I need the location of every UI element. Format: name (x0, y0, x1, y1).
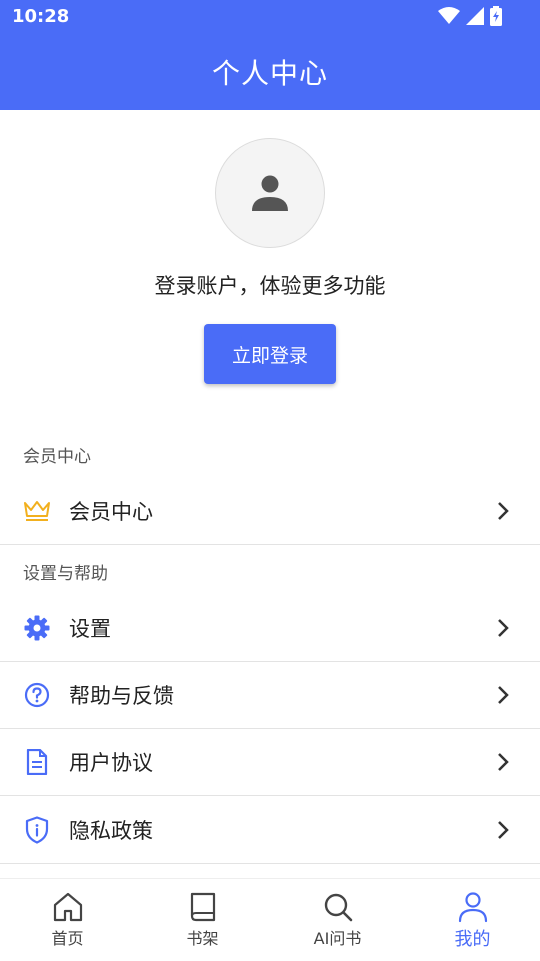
document-icon (23, 748, 51, 776)
chevron-right-icon (498, 502, 509, 520)
menu-label-vip: 会员中心 (69, 500, 153, 524)
section-title-settings-help: 设置与帮助 (23, 564, 108, 584)
book-icon (190, 892, 215, 922)
status-bar: 10:28 (0, 0, 540, 34)
chevron-right-icon (498, 619, 509, 637)
menu-item-settings[interactable]: 设置 (0, 595, 540, 662)
profile-card: 登录账户，体验更多功能 立即登录 (0, 110, 540, 410)
home-icon (53, 892, 82, 922)
crown-icon (23, 497, 51, 525)
section-title-vip: 会员中心 (23, 447, 91, 467)
battery-icon (490, 6, 502, 26)
person-icon (252, 175, 288, 211)
avatar[interactable] (215, 138, 325, 248)
tab-home[interactable]: 首页 (0, 879, 135, 961)
tab-mine[interactable]: 我的 (405, 879, 540, 961)
question-circle-icon (23, 681, 51, 709)
person-icon (458, 892, 487, 923)
login-tip: 登录账户，体验更多功能 (154, 274, 386, 298)
signal-icon (466, 7, 484, 25)
menu-label-settings: 设置 (69, 617, 111, 641)
search-icon (324, 893, 352, 922)
tab-label-bookshelf: 书架 (186, 929, 219, 948)
chevron-right-icon (498, 753, 509, 771)
tab-label-ai-ask: AI问书 (313, 929, 362, 948)
menu-label-help: 帮助与反馈 (69, 684, 174, 708)
tab-ai-ask[interactable]: AI问书 (270, 879, 405, 961)
chevron-right-icon (498, 821, 509, 839)
menu-item-help[interactable]: 帮助与反馈 (0, 662, 540, 729)
menu-item-vip[interactable]: 会员中心 (0, 478, 540, 545)
status-icons (438, 6, 502, 26)
bottom-tab-bar: 首页 书架 AI问书 我的 (0, 878, 540, 961)
menu-label-agreement: 用户协议 (69, 751, 153, 775)
page-title: 个人中心 (211, 57, 328, 90)
wifi-icon (438, 7, 460, 24)
app-header: 个人中心 (0, 34, 540, 110)
menu-item-agreement[interactable]: 用户协议 (0, 729, 540, 796)
tab-bookshelf[interactable]: 书架 (135, 879, 270, 961)
tab-label-home: 首页 (51, 929, 84, 948)
menu-label-privacy: 隐私政策 (69, 819, 153, 843)
status-time: 10:28 (12, 6, 70, 27)
shield-icon (23, 816, 51, 844)
gear-icon (23, 614, 51, 642)
menu-item-privacy[interactable]: 隐私政策 (0, 797, 540, 864)
login-button[interactable]: 立即登录 (204, 324, 336, 384)
chevron-right-icon (498, 686, 509, 704)
tab-label-mine: 我的 (454, 929, 491, 950)
